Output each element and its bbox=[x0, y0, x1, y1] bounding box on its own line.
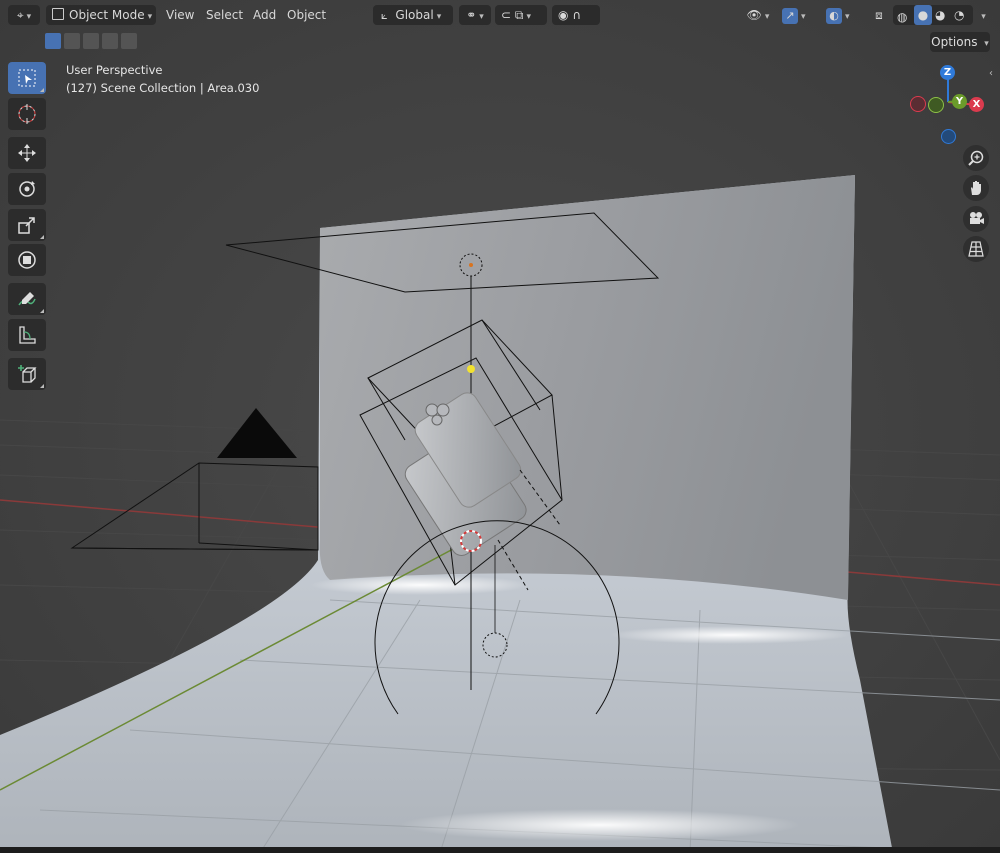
select-intersect-button[interactable] bbox=[121, 33, 137, 49]
snap-increment-icon: ⧉ bbox=[514, 8, 524, 22]
select-invert-button[interactable] bbox=[102, 33, 118, 49]
chevron-down-icon: ▾ bbox=[26, 12, 32, 22]
menu-add[interactable]: Add bbox=[247, 5, 282, 25]
rotate-tool[interactable] bbox=[8, 173, 46, 205]
magnet-icon: ⊂ bbox=[501, 8, 512, 22]
select-box-tool[interactable] bbox=[8, 62, 46, 94]
gizmo-icon: ↗ bbox=[782, 8, 798, 24]
overlays-toggle[interactable]: ◐ ▾ bbox=[824, 5, 862, 25]
proportional-edit-button[interactable]: ◉ ∩ bbox=[552, 5, 600, 25]
navigation-gizmo[interactable]: Z X Y bbox=[905, 62, 987, 146]
scale-tool[interactable] bbox=[8, 209, 46, 241]
zoom-button[interactable] bbox=[963, 145, 989, 171]
solid-shading-icon[interactable]: ● bbox=[914, 5, 932, 25]
gizmo-x-axis[interactable]: X bbox=[969, 97, 984, 112]
transform-icon bbox=[18, 251, 36, 269]
pan-button[interactable] bbox=[963, 175, 989, 201]
orientation-label: Global bbox=[395, 8, 434, 22]
cursor-tool[interactable] bbox=[8, 98, 46, 130]
add-cube-icon bbox=[18, 365, 37, 383]
blender-3d-viewport[interactable]: ⌖ ▾ Object Mode ▾ View Select Add Object ⟀… bbox=[0, 0, 1000, 853]
sidebar-toggle-icon[interactable]: ‹ bbox=[989, 68, 993, 79]
submenu-indicator-icon bbox=[40, 309, 44, 313]
select-extend-button[interactable] bbox=[64, 33, 80, 49]
mode-dropdown[interactable]: Object Mode ▾ bbox=[46, 5, 156, 25]
submenu-indicator-icon bbox=[40, 384, 44, 388]
orientation-dropdown[interactable]: ⟀ Global ▾ bbox=[373, 5, 453, 25]
pivot-icon: ⚭ bbox=[466, 8, 477, 22]
chevron-down-icon: ▾ bbox=[801, 12, 806, 22]
xray-icon: ⧈ bbox=[875, 8, 883, 22]
zoom-icon bbox=[968, 150, 984, 166]
submenu-indicator-icon bbox=[40, 235, 44, 239]
annotate-tool[interactable] bbox=[8, 283, 46, 315]
pivot-point-button[interactable]: ⚭ ▾ bbox=[459, 5, 491, 25]
submenu-indicator-icon bbox=[40, 88, 44, 92]
measure-ruler-icon bbox=[19, 326, 36, 344]
menu-view[interactable]: View bbox=[160, 5, 200, 25]
rotate-icon bbox=[19, 181, 35, 197]
chevron-down-icon: ▾ bbox=[764, 12, 770, 22]
eye-icon: 👁 bbox=[746, 8, 762, 22]
shading-options-button[interactable]: ▾ bbox=[973, 5, 991, 25]
measure-tool[interactable] bbox=[8, 319, 46, 351]
menu-object[interactable]: Object bbox=[281, 5, 332, 25]
rendered-shading-icon[interactable]: ◔ bbox=[954, 5, 964, 25]
select-subtract-button[interactable] bbox=[83, 33, 99, 49]
overlays-icon: ◐ bbox=[826, 8, 842, 24]
gizmo-y-axis[interactable]: Y bbox=[952, 94, 967, 109]
gizmo-neg-y[interactable] bbox=[928, 97, 944, 113]
editor-type-icon: ⌖ bbox=[16, 8, 24, 22]
3d-cursor-icon bbox=[18, 104, 36, 124]
camera-view-button[interactable] bbox=[963, 206, 989, 232]
backdrop-wall bbox=[319, 175, 855, 600]
perspective-toggle-button[interactable] bbox=[963, 236, 989, 262]
select-box-icon bbox=[18, 69, 36, 87]
transform-orientation-icon: ⟀ bbox=[381, 9, 388, 22]
falloff-icon: ∩ bbox=[572, 8, 582, 22]
gizmo-neg-z[interactable] bbox=[941, 129, 956, 144]
annotate-pencil-icon bbox=[18, 292, 36, 306]
collection-label: (127) Scene Collection | Area.030 bbox=[66, 81, 260, 95]
snap-toggle[interactable]: ⊂ ⧉ ▾ bbox=[495, 5, 547, 25]
editor-type-button[interactable]: ⌖ ▾ bbox=[8, 5, 40, 25]
chevron-down-icon: ▾ bbox=[984, 39, 989, 49]
chevron-down-icon: ▾ bbox=[981, 12, 986, 22]
perspective-label: User Perspective bbox=[66, 63, 163, 77]
xray-toggle[interactable]: ⧈ bbox=[869, 5, 889, 25]
gizmo-z-axis[interactable]: Z bbox=[940, 65, 955, 80]
chevron-down-icon: ▾ bbox=[436, 12, 442, 22]
chevron-down-icon: ▾ bbox=[526, 12, 531, 22]
wireframe-shading-icon[interactable]: ◍ bbox=[897, 7, 907, 27]
move-tool[interactable] bbox=[8, 137, 46, 169]
material-shading-icon[interactable]: ◕ bbox=[935, 5, 945, 25]
move-icon bbox=[18, 144, 36, 162]
chevron-down-icon: ▾ bbox=[845, 12, 850, 22]
add-cube-tool[interactable] bbox=[8, 358, 46, 390]
chevron-down-icon: ▾ bbox=[479, 12, 484, 22]
proportional-edit-icon: ◉ bbox=[558, 8, 569, 22]
gizmo-toggle[interactable]: ↗ ▾ bbox=[780, 5, 816, 25]
options-dropdown[interactable]: Options ▾ bbox=[930, 32, 990, 52]
transform-tool[interactable] bbox=[8, 244, 46, 276]
hand-pan-icon bbox=[971, 181, 981, 195]
options-label: Options bbox=[931, 35, 978, 49]
visibility-button[interactable]: 👁 ▾ bbox=[742, 5, 774, 25]
viewport-scene[interactable] bbox=[0, 0, 1000, 853]
scale-icon bbox=[18, 217, 35, 234]
chevron-down-icon: ▾ bbox=[147, 12, 153, 22]
shading-buttons[interactable]: ◍ ● ◕ ◔ bbox=[893, 5, 973, 25]
mode-label: Object Mode bbox=[69, 8, 145, 22]
gizmo-neg-x[interactable] bbox=[910, 96, 926, 112]
viewport-border bbox=[0, 847, 1000, 853]
camera-icon bbox=[970, 212, 984, 224]
grid-perspective-icon bbox=[968, 241, 984, 257]
menu-select[interactable]: Select bbox=[200, 5, 249, 25]
viewport-header: ⌖ ▾ Object Mode ▾ View Select Add Object ⟀… bbox=[0, 0, 1000, 30]
object-mode-icon bbox=[52, 8, 64, 20]
select-new-button[interactable] bbox=[45, 33, 61, 49]
